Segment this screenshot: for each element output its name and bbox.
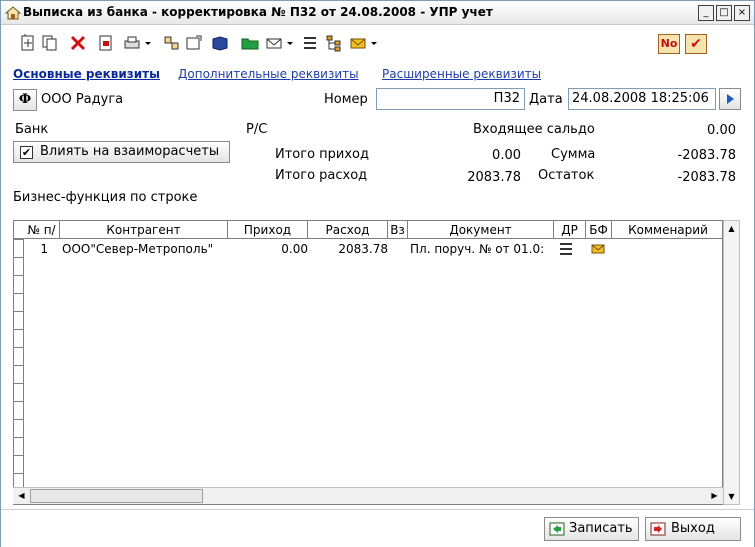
affect-settlements-label: Влиять на взаиморасчеты	[40, 144, 220, 159]
envelope-icon[interactable]	[349, 34, 367, 52]
opening-balance-label: Входящее сальдо	[473, 122, 595, 137]
structure-icon[interactable]	[163, 34, 181, 52]
column-header-num[interactable]: № п/	[24, 221, 60, 239]
column-header-counterparty[interactable]: Контрагент	[60, 221, 228, 239]
firm-select-button[interactable]: Ф	[13, 89, 37, 111]
properties-icon[interactable]	[185, 34, 203, 52]
minimize-button[interactable]: _	[698, 5, 714, 21]
total-income-value: 0.00	[492, 148, 521, 163]
column-header-bf[interactable]: БФ	[586, 221, 612, 239]
row-vz	[388, 241, 408, 257]
rest-label: Остаток	[538, 168, 595, 183]
tree-icon[interactable]	[325, 34, 343, 52]
account-label: Р/С	[246, 122, 268, 137]
envelope-dropdown-icon[interactable]	[369, 34, 379, 52]
row-gutter	[14, 221, 24, 504]
rest-value: -2083.78	[677, 170, 736, 185]
column-header-dr[interactable]: ДР	[554, 221, 586, 239]
exit-button[interactable]: Выход	[645, 517, 741, 541]
email-icon[interactable]	[265, 34, 283, 52]
affect-settlements-checkbox[interactable]: ✔ Влиять на взаиморасчеты	[13, 141, 230, 163]
number-input[interactable]: П32	[376, 88, 525, 110]
column-header-comment[interactable]: Комменарий	[612, 221, 722, 239]
total-expense-value: 2083.78	[467, 170, 521, 185]
bottom-bar: Записать Выход	[1, 509, 754, 547]
row-document: Пл. поруч. № от 01.0:	[410, 242, 545, 256]
opening-balance-value: 0.00	[707, 123, 736, 138]
scroll-left-icon[interactable]: ◀	[14, 488, 29, 503]
bank-statement-window: Выписка из банка - корректировка № П32 о…	[0, 0, 755, 547]
exit-icon	[650, 522, 666, 536]
tab-extended[interactable]: Расширенные реквизиты	[382, 67, 541, 81]
arrow-right-icon	[727, 94, 734, 104]
sum-label: Сумма	[551, 147, 596, 162]
book-icon[interactable]	[211, 34, 229, 52]
vertical-scrollbar[interactable]: ▲ ▼	[723, 220, 740, 505]
no-button[interactable]: No	[658, 34, 680, 54]
save-icon	[549, 522, 565, 536]
scroll-right-icon[interactable]: ▶	[707, 488, 722, 503]
transactions-table[interactable]: № п/ Контрагент Приход Расход Вз Докумен…	[13, 220, 723, 505]
tab-main[interactable]: Основные реквизиты	[13, 67, 160, 81]
column-header-document[interactable]: Документ	[408, 221, 554, 239]
horizontal-scroll-thumb[interactable]	[30, 489, 203, 503]
business-function-label: Бизнес-функция по строке	[13, 190, 198, 205]
close-button[interactable]: ×	[734, 5, 750, 21]
row-comment	[614, 241, 722, 257]
row-expense: 2083.78	[338, 242, 388, 256]
date-input[interactable]: 24.08.2008 18:25:06	[568, 88, 716, 110]
row-counterparty: ООО"Север-Метрополь"	[62, 242, 214, 256]
exit-label: Выход	[671, 521, 715, 536]
delete-icon[interactable]	[69, 34, 87, 52]
horizontal-scrollbar[interactable]: ◀ ▶	[13, 487, 723, 504]
toolbar: No ✔	[1, 29, 754, 59]
email-dropdown-icon[interactable]	[285, 34, 295, 52]
row-bf-envelope-icon[interactable]	[590, 241, 610, 257]
column-header-expense[interactable]: Расход	[308, 221, 388, 239]
number-label: Номер	[324, 92, 368, 107]
scroll-down-icon[interactable]: ▼	[724, 489, 739, 504]
new-doc-icon[interactable]	[19, 34, 37, 52]
row-num: 1	[40, 242, 48, 256]
column-header-vz[interactable]: Вз	[388, 221, 408, 239]
save-label: Записать	[569, 521, 633, 536]
print-dropdown-icon[interactable]	[143, 34, 153, 52]
tab-additional[interactable]: Дополнительные реквизиты	[178, 67, 359, 81]
app-house-icon	[4, 6, 22, 20]
date-label: Дата	[529, 92, 563, 107]
maximize-button[interactable]: □	[716, 5, 732, 21]
scroll-up-icon[interactable]: ▲	[724, 221, 739, 236]
firm-name: ООО Радуга	[41, 92, 124, 107]
sum-value: -2083.78	[677, 148, 736, 163]
total-expense-label: Итого расход	[275, 168, 368, 183]
table-header: № п/ Контрагент Приход Расход Вз Докумен…	[14, 221, 722, 239]
bank-label: Банк	[15, 122, 49, 137]
row-income: 0.00	[281, 242, 308, 256]
row-dr-list-icon[interactable]	[558, 241, 582, 257]
save-button[interactable]: Записать	[544, 517, 639, 541]
confirm-button[interactable]: ✔	[685, 34, 707, 54]
open-doc-icon[interactable]	[97, 34, 115, 52]
copy-doc-icon[interactable]	[41, 34, 59, 52]
window-title: Выписка из банка - корректировка № П32 о…	[23, 5, 493, 19]
title-bar: Выписка из банка - корректировка № П32 о…	[1, 1, 754, 25]
column-header-income[interactable]: Приход	[228, 221, 308, 239]
date-picker-button[interactable]	[719, 88, 741, 110]
table-row[interactable]: 1 ООО"Север-Метрополь" 0.00 2083.78 Пл. …	[14, 241, 722, 259]
folder-icon[interactable]	[241, 34, 259, 52]
list-icon[interactable]	[301, 34, 319, 52]
total-income-label: Итого приход	[275, 147, 370, 162]
print-icon[interactable]	[123, 34, 141, 52]
checkbox-check-icon: ✔	[20, 146, 33, 159]
